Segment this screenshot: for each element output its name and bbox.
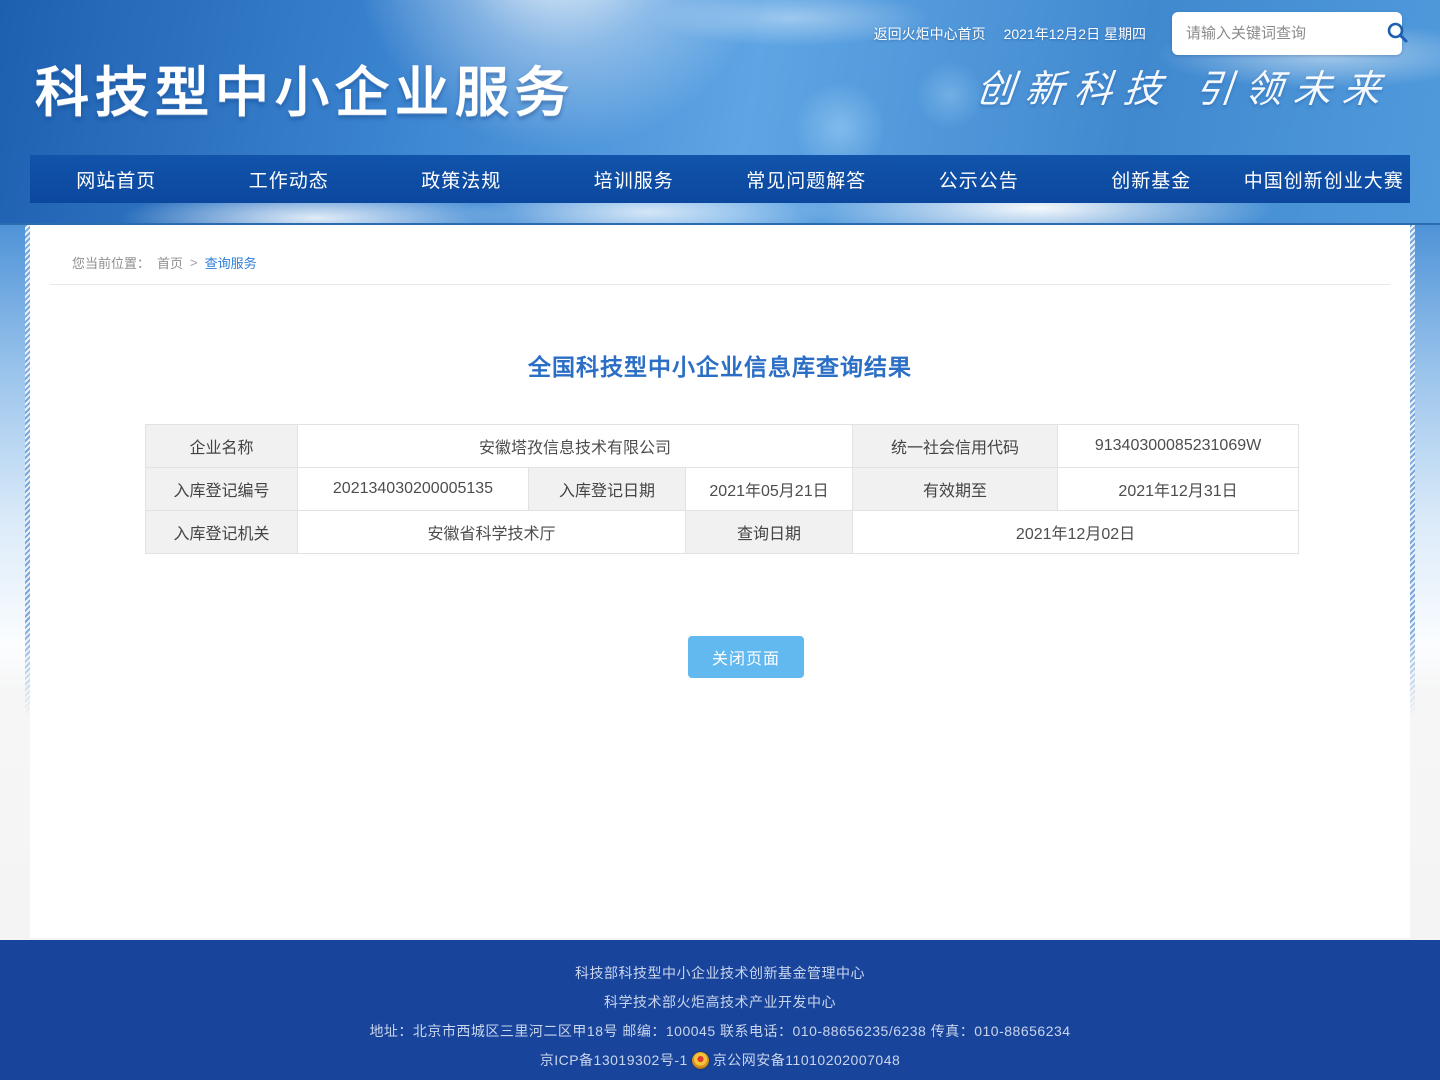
breadcrumb-current-link[interactable]: 查询服务 bbox=[205, 253, 257, 272]
value-credit-code: 91340300085231069W bbox=[1058, 425, 1299, 468]
breadcrumb-label: 您当前位置： bbox=[72, 253, 150, 272]
value-query-date: 2021年12月02日 bbox=[853, 511, 1299, 554]
table-row: 企业名称 安徽塔孜信息技术有限公司 统一社会信用代码 9134030008523… bbox=[146, 425, 1299, 468]
value-valid-until: 2021年12月31日 bbox=[1058, 468, 1299, 511]
value-registration-date: 2021年05月21日 bbox=[686, 468, 853, 511]
police-record-link[interactable]: 京公网安备11010202007048 bbox=[713, 1050, 900, 1070]
close-page-button[interactable]: 关闭页面 bbox=[688, 636, 804, 678]
label-query-date: 查询日期 bbox=[686, 511, 853, 554]
slogan-text: 创新科技 引领未来 bbox=[974, 58, 1395, 113]
nav-item-announcements[interactable]: 公示公告 bbox=[893, 155, 1066, 203]
footer-center-name-1: 科技部科技型中小企业技术创新基金管理中心 bbox=[575, 963, 865, 983]
police-badge-icon bbox=[692, 1052, 709, 1069]
label-registration-number: 入库登记编号 bbox=[146, 468, 298, 511]
site-title: 科技型中小企业服务 bbox=[35, 48, 575, 127]
breadcrumb: 您当前位置： 首页 > 查询服务 bbox=[50, 225, 1390, 285]
table-row: 入库登记编号 202134030200005135 入库登记日期 2021年05… bbox=[146, 468, 1299, 511]
value-registration-number: 202134030200005135 bbox=[298, 468, 529, 511]
footer-links-row: 京ICP备13019302号-1 京公网安备11010202007048 bbox=[540, 1050, 901, 1070]
breadcrumb-home-link[interactable]: 首页 bbox=[157, 253, 183, 272]
content-card: 您当前位置： 首页 > 查询服务 全国科技型中小企业信息库查询结果 企业名称 安… bbox=[30, 225, 1410, 938]
nav-item-home[interactable]: 网站首页 bbox=[30, 155, 203, 203]
current-date-text: 2021年12月2日 星期四 bbox=[1004, 24, 1146, 44]
search-icon bbox=[1385, 20, 1409, 47]
search-input[interactable] bbox=[1186, 25, 1385, 42]
breadcrumb-separator: > bbox=[190, 255, 198, 270]
page-title: 全国科技型中小企业信息库查询结果 bbox=[30, 348, 1410, 382]
nav-item-innovation-fund[interactable]: 创新基金 bbox=[1065, 155, 1238, 203]
icp-license-link[interactable]: 京ICP备13019302号-1 bbox=[540, 1050, 688, 1070]
label-valid-until: 有效期至 bbox=[853, 468, 1058, 511]
topbar: 返回火炬中心首页 2021年12月2日 星期四 bbox=[874, 12, 1402, 55]
footer: 科技部科技型中小企业技术创新基金管理中心 科学技术部火炬高技术产业开发中心 地址… bbox=[0, 940, 1440, 1080]
button-row: 关闭页面 bbox=[30, 636, 1410, 678]
main-nav: 网站首页 工作动态 政策法规 培训服务 常见问题解答 公示公告 创新基金 中国创… bbox=[30, 155, 1410, 203]
nav-item-competition[interactable]: 中国创新创业大赛 bbox=[1238, 155, 1411, 203]
value-registration-authority: 安徽省科学技术厅 bbox=[298, 511, 686, 554]
nav-item-faq[interactable]: 常见问题解答 bbox=[720, 155, 893, 203]
footer-address-line: 地址：北京市西城区三里河二区甲18号 邮编：100045 联系电话：010-88… bbox=[369, 1021, 1070, 1041]
table-row: 入库登记机关 安徽省科学技术厅 查询日期 2021年12月02日 bbox=[146, 511, 1299, 554]
back-to-torch-home-link[interactable]: 返回火炬中心首页 bbox=[874, 24, 986, 44]
nav-item-policies[interactable]: 政策法规 bbox=[375, 155, 548, 203]
footer-center-name-2: 科学技术部火炬高技术产业开发中心 bbox=[604, 992, 836, 1012]
search-button[interactable] bbox=[1385, 19, 1409, 49]
page-background: 您当前位置： 首页 > 查询服务 全国科技型中小企业信息库查询结果 企业名称 安… bbox=[0, 225, 1440, 940]
topbar-texts: 返回火炬中心首页 2021年12月2日 星期四 bbox=[874, 24, 1146, 44]
label-registration-date: 入库登记日期 bbox=[529, 468, 686, 511]
header-banner: 科技型中小企业服务 创新科技 引领未来 返回火炬中心首页 2021年12月2日 … bbox=[0, 0, 1440, 225]
nav-item-training[interactable]: 培训服务 bbox=[548, 155, 721, 203]
nav-item-news[interactable]: 工作动态 bbox=[203, 155, 376, 203]
label-company-name: 企业名称 bbox=[146, 425, 298, 468]
value-company-name: 安徽塔孜信息技术有限公司 bbox=[298, 425, 853, 468]
label-registration-authority: 入库登记机关 bbox=[146, 511, 298, 554]
label-credit-code: 统一社会信用代码 bbox=[853, 425, 1058, 468]
query-result-table: 企业名称 安徽塔孜信息技术有限公司 统一社会信用代码 9134030008523… bbox=[145, 424, 1299, 554]
search-box bbox=[1172, 12, 1402, 55]
